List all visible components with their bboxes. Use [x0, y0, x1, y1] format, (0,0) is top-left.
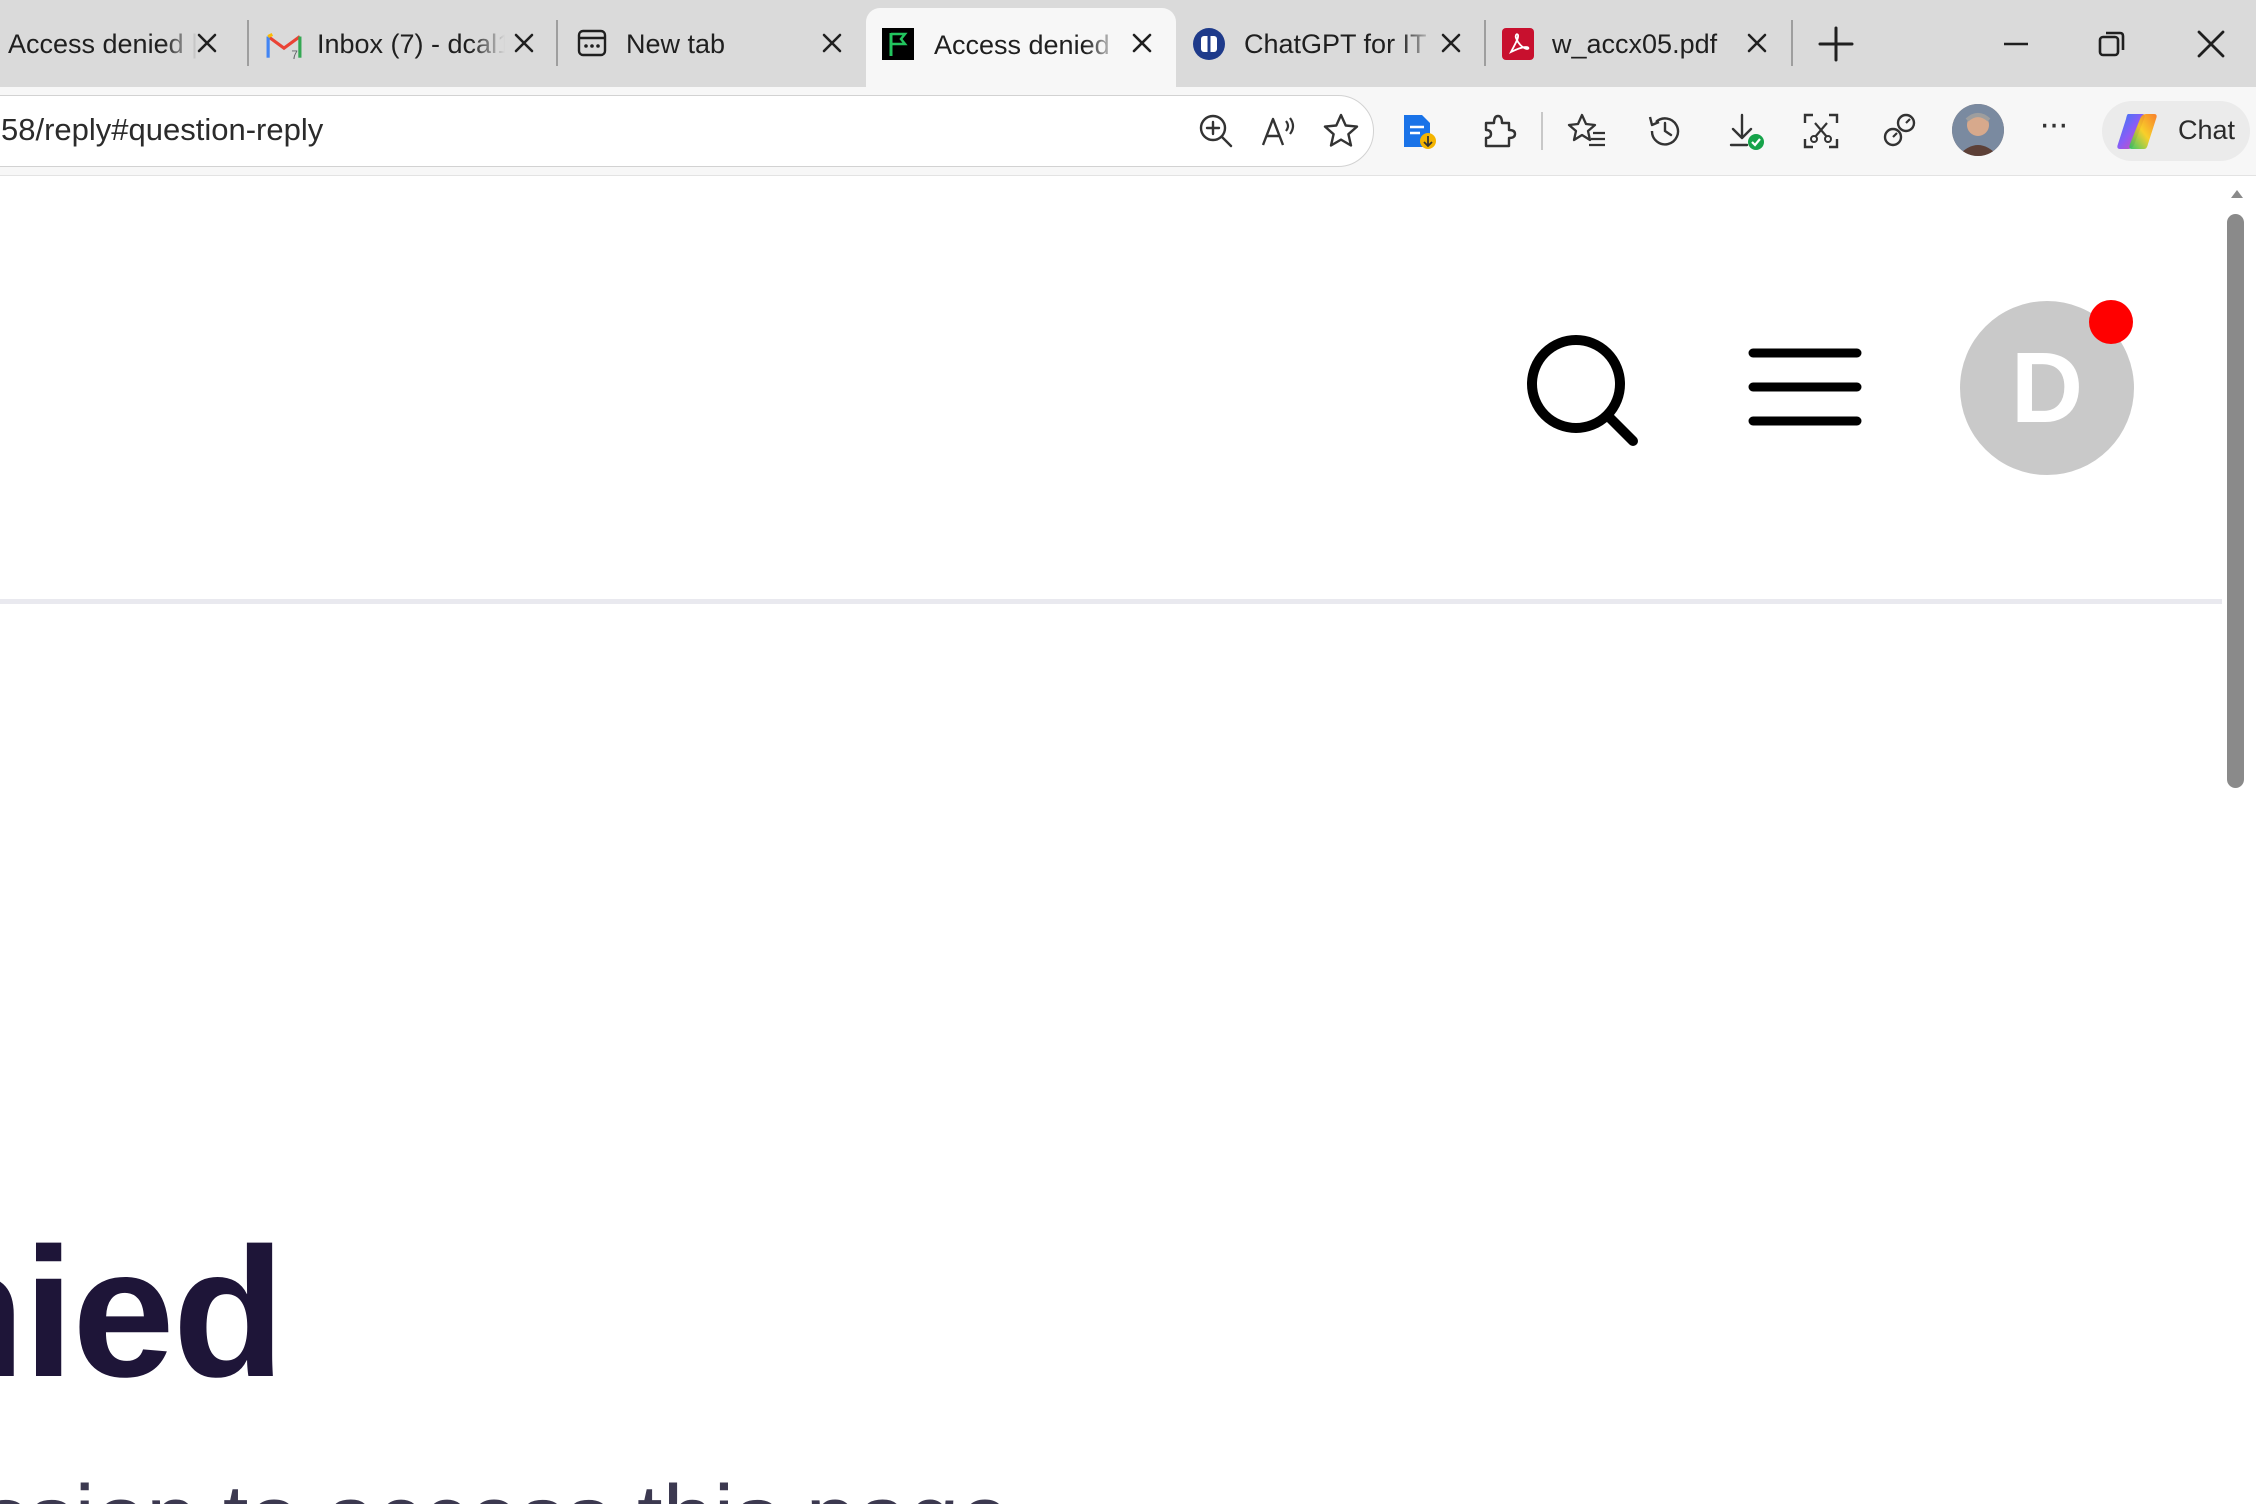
- screenshot-icon[interactable]: [1801, 111, 1841, 151]
- minimize-icon[interactable]: [1996, 24, 2036, 64]
- tab-title: Inbox (7) - dcal1: [317, 29, 505, 59]
- tab-separator: [247, 20, 249, 66]
- edge-drop-icon[interactable]: [1398, 111, 1438, 151]
- read-aloud-icon[interactable]: [1259, 111, 1299, 151]
- scroll-up-arrow-icon[interactable]: [2229, 187, 2245, 199]
- tab-separator: [556, 20, 558, 66]
- tab-title: w_accx05.pdf: [1552, 29, 1718, 59]
- toolbar-separator: [1541, 112, 1543, 150]
- pdf-icon: [1501, 27, 1534, 60]
- copilot-chat-button[interactable]: Chat: [2102, 101, 2250, 161]
- tab-strip: Access denied | I 7 Inbox (7) - dcal1 Ne…: [0, 0, 2256, 87]
- tab-close-icon[interactable]: [1127, 28, 1157, 58]
- hamburger-menu-icon[interactable]: [1748, 345, 1862, 429]
- new-tab-page-icon: [576, 27, 608, 59]
- downloads-icon[interactable]: [1725, 111, 1765, 151]
- tab-title: New tab: [626, 29, 726, 59]
- tab-close-icon[interactable]: [817, 28, 847, 58]
- address-bar[interactable]: 58/reply#question-reply: [0, 95, 1374, 167]
- zoom-icon[interactable]: [1196, 111, 1236, 151]
- copilot-icon: [2114, 111, 2160, 151]
- new-tab-button[interactable]: [1816, 24, 1856, 64]
- tab-access-denied-1[interactable]: Access denied | I: [0, 0, 245, 87]
- restore-icon[interactable]: [2092, 24, 2132, 64]
- site-search-icon[interactable]: [1520, 330, 1640, 450]
- scrollbar-thumb[interactable]: [2227, 214, 2244, 788]
- profile-avatar[interactable]: [1952, 104, 2004, 156]
- extensions-puzzle-icon[interactable]: [1478, 111, 1518, 151]
- more-menu-button[interactable]: ···: [2039, 105, 2069, 144]
- tab-access-denied-active[interactable]: Access denied | I: [866, 8, 1176, 87]
- gmail-icon: 7: [266, 30, 302, 62]
- tab-title: ChatGPT for IT P: [1244, 29, 1434, 59]
- history-icon[interactable]: [1645, 111, 1685, 151]
- tab-close-icon[interactable]: [509, 28, 539, 58]
- chatgpt-extension-icon: [1192, 27, 1225, 60]
- page-heading: nied: [0, 1209, 285, 1415]
- tab-pdf[interactable]: w_accx05.pdf: [1488, 0, 1790, 87]
- tab-close-icon[interactable]: [1436, 28, 1466, 58]
- svg-text:7: 7: [291, 49, 297, 60]
- performance-icon[interactable]: [1879, 111, 1919, 151]
- favorite-star-icon[interactable]: [1321, 111, 1361, 151]
- browser-toolbar: 58/reply#question-reply ··· Chat: [0, 87, 2256, 176]
- site-flag-icon: [882, 28, 914, 60]
- web-page: nied ission to access this page.: [0, 176, 2222, 1504]
- tab-close-icon[interactable]: [192, 28, 222, 58]
- url-text[interactable]: 58/reply#question-reply: [1, 112, 323, 148]
- favorites-icon[interactable]: [1567, 111, 1607, 151]
- tab-new-tab[interactable]: New tab: [560, 0, 866, 87]
- header-divider: [0, 599, 2222, 604]
- tab-separator: [1484, 20, 1486, 66]
- page-message: ission to access this page.: [0, 1466, 1036, 1504]
- notification-dot: [2089, 300, 2133, 344]
- tab-inbox[interactable]: 7 Inbox (7) - dcal1: [250, 0, 556, 87]
- tab-separator: [1791, 20, 1793, 66]
- chat-label: Chat: [2178, 115, 2236, 145]
- tab-close-icon[interactable]: [1742, 28, 1772, 58]
- tab-title: Access denied | I: [8, 29, 198, 59]
- tab-title: Access denied | I: [934, 30, 1119, 60]
- tab-chatgpt[interactable]: ChatGPT for IT P: [1176, 0, 1484, 87]
- close-window-icon[interactable]: [2191, 24, 2231, 64]
